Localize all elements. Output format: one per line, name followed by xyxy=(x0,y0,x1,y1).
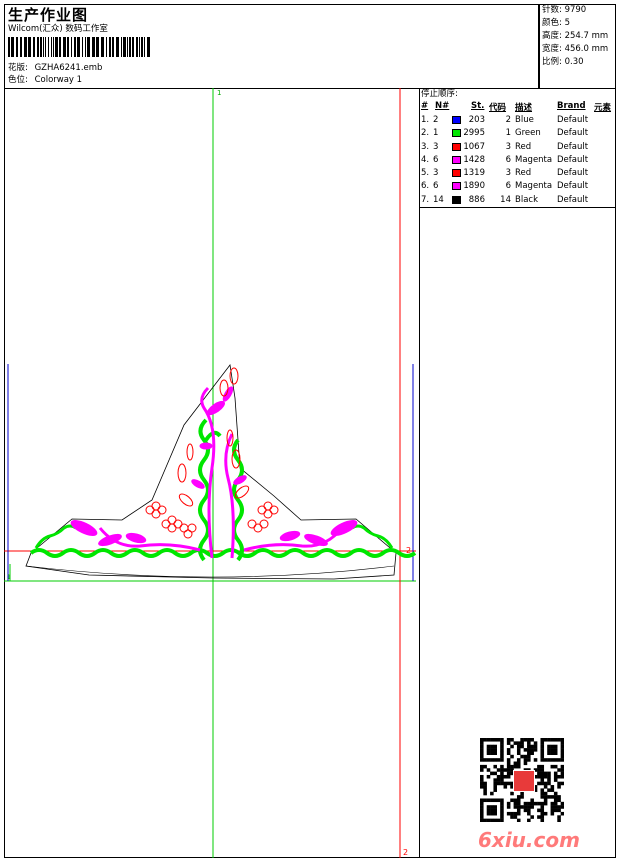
cell-seq: 5. xyxy=(421,168,430,179)
green-wave-left xyxy=(198,418,210,562)
cell-desc: Green xyxy=(515,128,541,139)
stat-colors: 颜色: 5 xyxy=(542,18,570,28)
cell-brand: Default xyxy=(557,128,589,139)
colorway-label: 色位: xyxy=(8,75,28,85)
guide-marker-top: 1 xyxy=(217,89,221,97)
cell-desc: Blue xyxy=(515,115,534,125)
watermark: 6xiu.com xyxy=(478,828,580,852)
cell-n: 3 xyxy=(433,141,439,152)
side-panel-divider xyxy=(419,207,616,208)
cell-code: 6 xyxy=(505,154,511,165)
design-base-curve xyxy=(25,565,395,578)
cell-brand: Default xyxy=(557,115,589,125)
stats-list: 针数: 9790 颜色: 5 高度: 254.7 mm 宽度: 456.0 mm… xyxy=(542,5,608,68)
color-swatch xyxy=(452,169,461,178)
company-name: Wilcom(汇众) 数码工作室 xyxy=(8,24,108,34)
col-desc: 描述 xyxy=(515,103,533,113)
green-scallop-left-edge xyxy=(34,524,77,549)
cell-code: 2 xyxy=(505,115,511,125)
stop-sequence-title: 停止顺序: xyxy=(421,89,458,99)
stat-scale: 比例: 0.30 xyxy=(542,57,584,67)
cell-seq: 6. xyxy=(421,181,430,192)
table-row: 6. 6 1890 6 Magenta Default xyxy=(421,180,615,193)
cell-desc: Magenta xyxy=(515,181,553,192)
cell-seq: 7. xyxy=(421,194,430,205)
color-swatch xyxy=(452,142,461,151)
guide-marker-bottom: 2 xyxy=(403,848,408,857)
cell-seq: 4. xyxy=(421,154,430,165)
barcode xyxy=(8,37,150,57)
cell-brand: Default xyxy=(557,168,589,179)
cell-seq: 1. xyxy=(421,115,430,125)
color-swatch xyxy=(452,155,461,164)
cell-brand: Default xyxy=(557,194,589,205)
cell-desc: Red xyxy=(515,141,532,152)
cell-n: 6 xyxy=(433,154,439,165)
cell-brand: Default xyxy=(557,141,589,152)
cell-n: 6 xyxy=(433,181,439,192)
red-seal-stamp xyxy=(513,770,535,792)
design-label: 花版: xyxy=(8,63,28,73)
cell-n: 14 xyxy=(433,194,444,205)
cell-n: 3 xyxy=(433,168,439,179)
col-brand: Brand xyxy=(557,101,586,111)
page-title: 生产作业图 xyxy=(8,6,89,24)
cell-desc: Black xyxy=(515,194,538,205)
stat-width: 宽度: 456.0 mm xyxy=(542,44,609,54)
color-swatch xyxy=(452,129,461,138)
table-row: 1. 2 203 2 Blue Default xyxy=(421,114,615,127)
cell-desc: Red xyxy=(515,168,532,179)
design-row: 花版: GZHA6241.emb xyxy=(8,63,102,74)
guide-marker-left: 1 xyxy=(7,574,11,581)
table-row: 2. 1 2995 1 Green Default xyxy=(421,127,615,140)
col-n: N# xyxy=(435,101,450,111)
cell-n: 2 xyxy=(433,115,439,125)
green-wave-right xyxy=(232,438,244,562)
table-row: 4. 6 1428 6 Magenta Default xyxy=(421,154,615,167)
colorway-row: 色位: Colorway 1 xyxy=(8,75,82,86)
col-seq: # xyxy=(421,101,429,111)
design-value: GZHA6241.emb xyxy=(34,63,103,73)
color-swatch xyxy=(452,195,461,204)
magenta-vines xyxy=(70,386,358,559)
embroidery-design: 1 2 2 1 xyxy=(4,88,417,858)
color-swatch xyxy=(452,182,461,191)
cell-code: 6 xyxy=(505,181,511,192)
table-body: 1. 2 203 2 Blue Default 2. 1 2995 1 Green Default 3.… xyxy=(421,114,615,207)
cell-n: 1 xyxy=(433,128,439,139)
cell-brand: Default xyxy=(557,154,589,165)
col-st: St. xyxy=(471,101,485,111)
cell-brand: Default xyxy=(557,181,589,192)
cell-seq: 2. xyxy=(421,128,430,139)
col-element: 元素 xyxy=(594,103,612,113)
col-code: 代码 xyxy=(489,103,507,113)
stop-sequence-table: # N# St. 代码 描述 Brand 元素 1. 2 203 2 Blue Defau… xyxy=(421,101,615,207)
red-flowers xyxy=(145,367,279,539)
cell-code: 14 xyxy=(500,194,511,205)
table-header: # N# St. 代码 描述 Brand 元素 xyxy=(421,101,615,114)
table-row: 7. 14 886 14 Black Default xyxy=(421,194,615,207)
cell-code: 1 xyxy=(505,128,511,139)
cell-desc: Magenta xyxy=(515,154,553,165)
cell-code: 3 xyxy=(505,141,511,152)
color-swatch xyxy=(452,116,461,124)
table-row: 5. 3 1319 3 Red Default xyxy=(421,167,615,180)
cell-code: 3 xyxy=(505,168,511,179)
colorway-value: Colorway 1 xyxy=(34,75,83,85)
cell-seq: 3. xyxy=(421,141,430,152)
stat-height: 高度: 254.7 mm xyxy=(542,31,609,41)
table-row: 3. 3 1067 3 Red Default xyxy=(421,141,615,154)
stat-stitches: 针数: 9790 xyxy=(542,5,587,15)
